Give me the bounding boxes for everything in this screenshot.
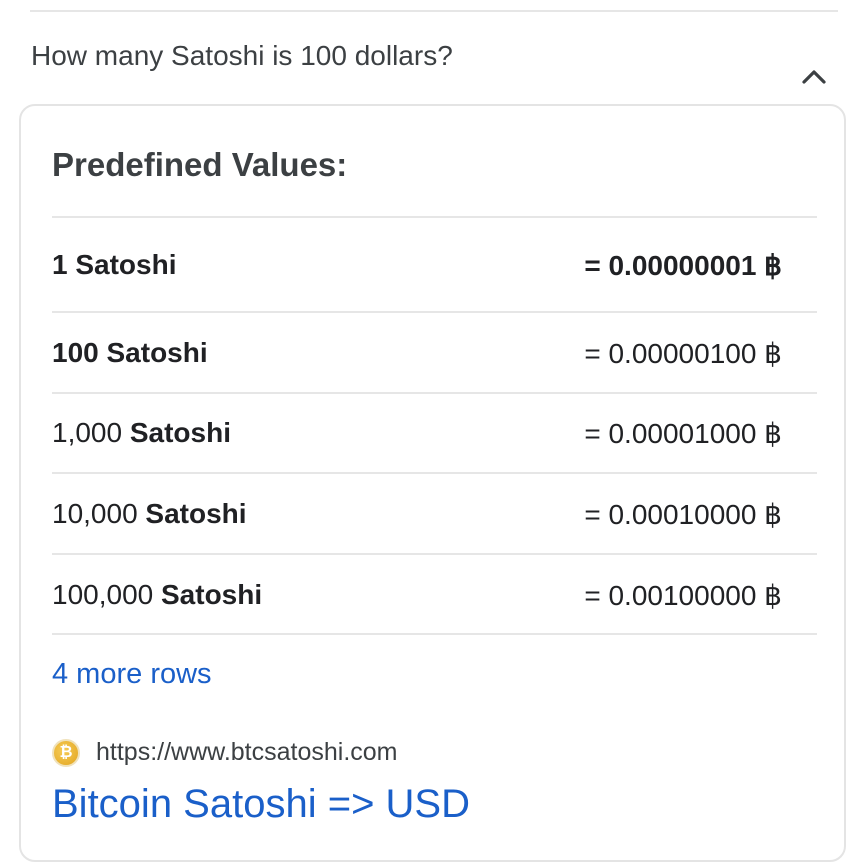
faq-question-row[interactable]: How many Satoshi is 100 dollars? [0, 22, 864, 94]
row-divider [52, 392, 817, 394]
row-value: = 0.00000100 ฿ [584, 338, 782, 369]
row-divider [52, 216, 817, 218]
row-value: = 0.00010000 ฿ [584, 499, 782, 530]
row-divider [52, 633, 817, 635]
top-divider [30, 10, 838, 12]
row-label: 100,000 Satoshi [52, 579, 263, 610]
row-label: 1 Satoshi [52, 249, 177, 280]
row-label: 100 Satoshi [52, 337, 208, 368]
answer-card: Predefined Values: 1 Satoshi = 0.0000000… [19, 104, 846, 862]
row-value: = 0.00001000 ฿ [584, 418, 782, 449]
result-title-link[interactable]: Bitcoin Satoshi => USD [52, 782, 470, 827]
row-value: = 0.00100000 ฿ [584, 580, 782, 611]
row-divider [52, 553, 817, 555]
chevron-up-icon[interactable] [800, 66, 828, 86]
row-divider [52, 311, 817, 313]
row-label: 1,000 Satoshi [52, 417, 231, 448]
row-divider [52, 472, 817, 474]
row-label: 10,000 Satoshi [52, 498, 247, 529]
faq-question: How many Satoshi is 100 dollars? [31, 40, 453, 71]
bitcoin-icon: ₿ [52, 739, 80, 767]
source-url[interactable]: https://www.btcsatoshi.com [96, 738, 398, 767]
row-value: = 0.00000001 ฿ [584, 250, 782, 281]
card-title: Predefined Values: [52, 146, 348, 183]
more-rows-link[interactable]: 4 more rows [52, 658, 212, 691]
